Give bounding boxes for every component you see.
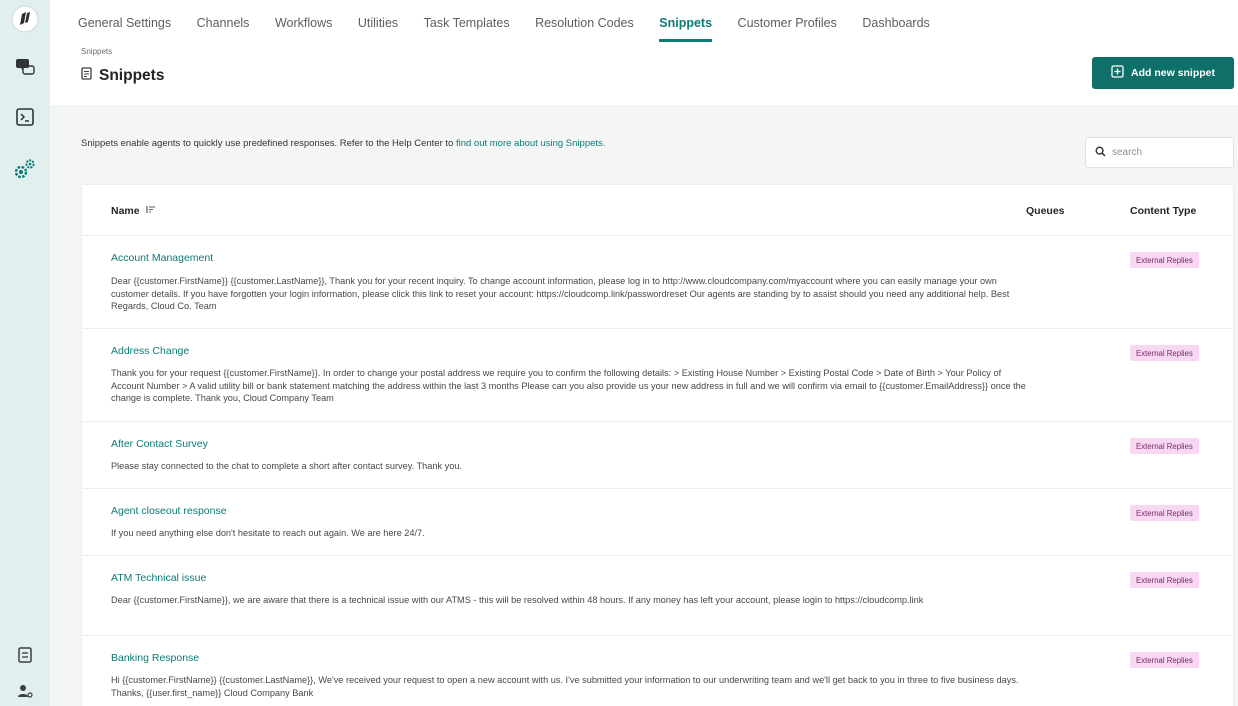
content-type-badge: External Replies — [1130, 438, 1199, 454]
tab-utilities[interactable]: Utilities — [358, 0, 398, 42]
table-row[interactable]: Account Management Dear {{customer.First… — [82, 236, 1233, 329]
content-type-badge: External Replies — [1130, 345, 1199, 361]
settings-tabs: General Settings Channels Workflows Util… — [78, 0, 955, 48]
tab-customer-profiles[interactable]: Customer Profiles — [738, 0, 837, 42]
tab-general-settings[interactable]: General Settings — [78, 0, 171, 42]
snippet-body: Please stay connected to the chat to com… — [111, 461, 463, 471]
content-type-badge: External Replies — [1130, 572, 1199, 588]
help-center-link[interactable]: find out more about using Snippets. — [456, 138, 605, 149]
snippet-body: Thank you for your request {{customer.Fi… — [111, 368, 1026, 403]
tab-dashboards[interactable]: Dashboards — [862, 0, 929, 42]
page-title: Snippets — [81, 67, 164, 85]
snippet-name[interactable]: Address Change — [111, 345, 189, 357]
left-nav-rail — [0, 0, 50, 706]
search-icon — [1095, 144, 1106, 162]
add-new-snippet-label: Add new snippet — [1131, 67, 1215, 79]
notes-icon[interactable] — [9, 639, 41, 671]
snippet-name[interactable]: Banking Response — [111, 652, 199, 664]
intro-text: Snippets enable agents to quickly use pr… — [81, 138, 605, 149]
table-row[interactable]: After Contact Survey Please stay connect… — [82, 422, 1233, 489]
snippet-body: If you need anything else don't hesitate… — [111, 528, 425, 538]
user-settings-icon[interactable] — [9, 675, 41, 706]
tab-workflows[interactable]: Workflows — [275, 0, 332, 42]
plus-box-icon — [1111, 65, 1124, 81]
chat-icon[interactable] — [9, 51, 41, 83]
page-title-text: Snippets — [99, 67, 165, 84]
snippets-table: Name Queues Content Type Account Managem… — [81, 184, 1234, 706]
column-name-label: Name — [111, 205, 140, 217]
column-header-name[interactable]: Name — [111, 205, 156, 217]
settings-gears-icon[interactable] — [9, 153, 41, 185]
tab-task-templates[interactable]: Task Templates — [424, 0, 510, 42]
table-row[interactable]: ATM Technical issue Dear {{customer.Firs… — [82, 556, 1233, 636]
content-type-badge: External Replies — [1130, 252, 1199, 268]
breadcrumb[interactable]: Snippets — [81, 47, 112, 56]
tab-resolution-codes[interactable]: Resolution Codes — [535, 0, 634, 42]
content-type-badge: External Replies — [1130, 652, 1199, 668]
snippet-name[interactable]: Account Management — [111, 252, 213, 264]
column-header-queues[interactable]: Queues — [1026, 205, 1065, 217]
add-new-snippet-button[interactable]: Add new snippet — [1092, 57, 1234, 89]
header: General Settings Channels Workflows Util… — [50, 0, 1238, 105]
tab-snippets[interactable]: Snippets — [659, 0, 713, 42]
column-header-content-type[interactable]: Content Type — [1130, 205, 1196, 217]
tab-channels[interactable]: Channels — [197, 0, 250, 42]
intro-text-body: Snippets enable agents to quickly use pr… — [81, 138, 456, 149]
snippet-name[interactable]: ATM Technical issue — [111, 572, 206, 584]
snippet-body: Dear {{customer.FirstName}} {{customer.L… — [111, 276, 1010, 311]
table-row[interactable]: Banking Response Hi {{customer.FirstName… — [82, 636, 1233, 706]
sort-icon[interactable] — [146, 205, 156, 217]
logo-icon[interactable] — [9, 3, 41, 35]
snippet-body: Dear {{customer.FirstName}}, we are awar… — [111, 595, 924, 605]
search-box[interactable] — [1085, 137, 1234, 168]
snippet-name[interactable]: Agent closeout response — [111, 505, 227, 517]
table-row[interactable]: Agent closeout response If you need anyt… — [82, 489, 1233, 556]
main-content: General Settings Channels Workflows Util… — [50, 0, 1238, 706]
console-icon[interactable] — [9, 101, 41, 133]
table-header: Name Queues Content Type — [82, 185, 1233, 236]
search-input[interactable] — [1112, 147, 1222, 158]
snippet-doc-icon — [81, 67, 92, 85]
snippet-name[interactable]: After Contact Survey — [111, 438, 208, 450]
table-row[interactable]: Address Change Thank you for your reques… — [82, 329, 1233, 422]
snippet-body: Hi {{customer.FirstName}} {{customer.Las… — [111, 675, 1019, 698]
content-type-badge: External Replies — [1130, 505, 1199, 521]
